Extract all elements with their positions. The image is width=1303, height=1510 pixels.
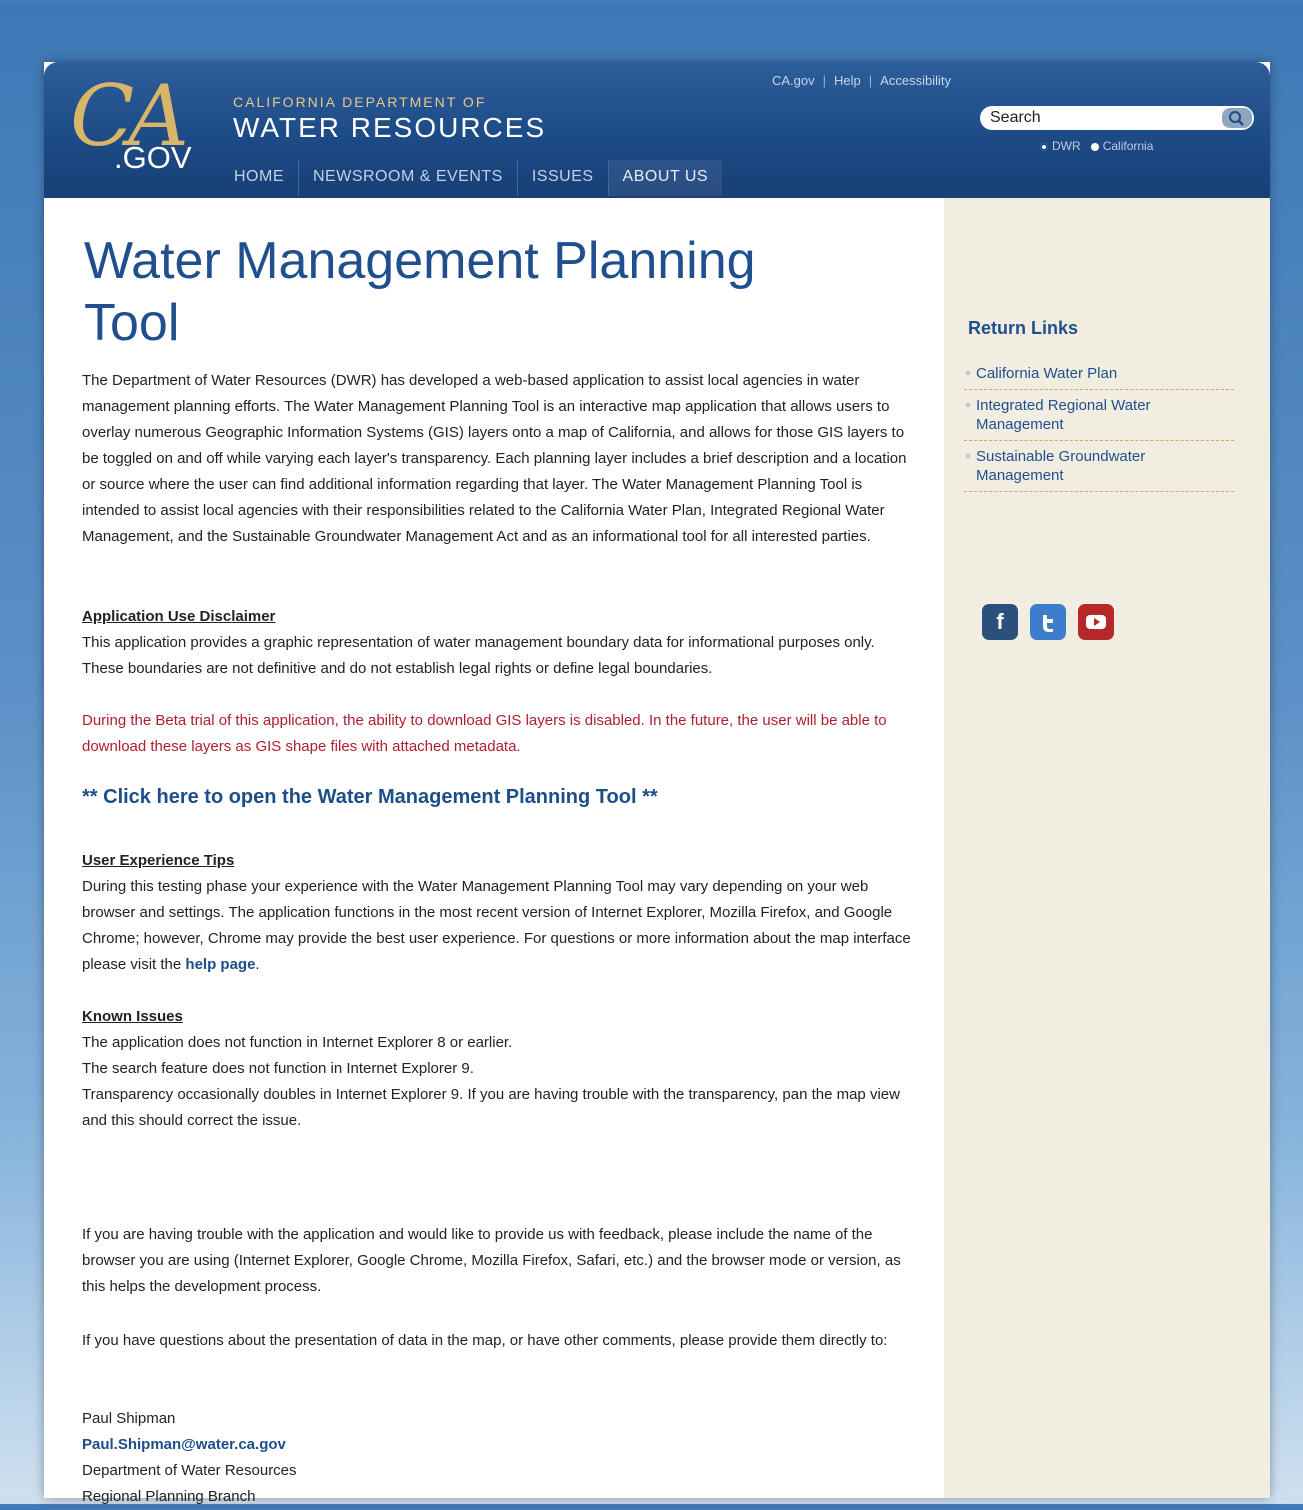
- return-links-title: Return Links: [968, 318, 1079, 338]
- open-tool-link[interactable]: ** Click here to open the Water Manageme…: [82, 786, 658, 809]
- tips-section: User Experience Tips During this testing…: [82, 848, 914, 978]
- search-input[interactable]: [990, 106, 1210, 130]
- return-link-label: Sustainable Groundwater Management: [976, 448, 1146, 484]
- social-links: f: [982, 604, 1114, 640]
- disclaimer-text: This application provides a graphic repr…: [82, 634, 875, 677]
- facebook-icon[interactable]: f: [982, 604, 1018, 640]
- known-issue-1: The application does not function in Int…: [82, 1034, 513, 1051]
- twitter-icon[interactable]: [1030, 604, 1066, 640]
- logo-gov-text: .GOV: [114, 140, 192, 175]
- separator: |: [822, 73, 827, 88]
- dept-name-small: CALIFORNIA DEPARTMENT OF: [233, 94, 487, 110]
- utility-link-help[interactable]: Help: [834, 73, 861, 88]
- contact-name: Paul Shipman: [82, 1410, 176, 1427]
- radio-selected-icon: [1040, 142, 1048, 151]
- site-header: CA .GOV CALIFORNIA DEPARTMENT OF WATER R…: [44, 62, 1270, 198]
- utility-links: CA.gov | Help | Accessibility: [772, 73, 951, 88]
- nav-about-us[interactable]: ABOUT US: [608, 160, 723, 196]
- bullet-icon: [966, 371, 970, 375]
- scope-option-dwr[interactable]: DWR: [1040, 139, 1081, 153]
- scope-option-california[interactable]: California: [1090, 139, 1154, 153]
- contact-branch: Regional Planning Branch: [82, 1488, 256, 1505]
- youtube-play-shape: [1086, 615, 1106, 629]
- nav-home[interactable]: HOME: [220, 160, 299, 196]
- help-page-link[interactable]: help page: [185, 956, 255, 973]
- intro-paragraph: The Department of Water Resources (DWR) …: [82, 372, 907, 545]
- questions-paragraph: If you have questions about the presenta…: [82, 1332, 888, 1349]
- search-icon: [1229, 111, 1244, 126]
- youtube-icon[interactable]: [1078, 604, 1114, 640]
- known-issues-heading: Known Issues: [82, 1008, 183, 1025]
- tips-heading: User Experience Tips: [82, 852, 235, 869]
- contact-email-link[interactable]: Paul.Shipman@water.ca.gov: [82, 1436, 286, 1453]
- return-links-list: California Water Plan Integrated Regiona…: [964, 358, 1234, 492]
- main-nav: HOME NEWSROOM & EVENTS ISSUES ABOUT US: [220, 160, 723, 196]
- disclaimer-section: Application Use Disclaimer This applicat…: [82, 604, 914, 682]
- utility-link-cagov[interactable]: CA.gov: [772, 73, 815, 88]
- page-container: CA .GOV CALIFORNIA DEPARTMENT OF WATER R…: [44, 62, 1270, 1505]
- ca-gov-logo[interactable]: CA .GOV: [70, 74, 210, 184]
- bullet-icon: [966, 403, 970, 407]
- nav-newsroom-events[interactable]: NEWSROOM & EVENTS: [299, 160, 518, 196]
- disclaimer-heading: Application Use Disclaimer: [82, 608, 276, 625]
- search-button[interactable]: [1222, 108, 1252, 128]
- nav-issues[interactable]: ISSUES: [518, 160, 609, 196]
- separator: |: [868, 73, 873, 88]
- sidebar: Return Links California Water Plan Integ…: [944, 198, 1270, 1498]
- radio-icon: [1090, 142, 1099, 151]
- scope-label-california: California: [1102, 139, 1154, 153]
- return-link-irwm[interactable]: Integrated Regional Water Management: [964, 390, 1234, 441]
- twitter-bird-shape: [1043, 615, 1053, 632]
- known-issues-section: Known Issues The application does not fu…: [82, 1004, 914, 1134]
- dept-name-big: WATER RESOURCES: [233, 112, 547, 143]
- return-link-sgm[interactable]: Sustainable Groundwater Management: [964, 441, 1234, 492]
- return-link-label: California Water Plan: [976, 365, 1118, 382]
- beta-notice: During the Beta trial of this applicatio…: [82, 712, 887, 755]
- known-issue-3: Transparency occasionally doubles in Int…: [82, 1086, 900, 1129]
- bullet-icon: [966, 454, 970, 458]
- search-box: [980, 106, 1254, 130]
- contact-org: Department of Water Resources: [82, 1462, 297, 1479]
- known-issue-2: The search feature does not function in …: [82, 1060, 474, 1077]
- feedback-paragraph: If you are having trouble with the appli…: [82, 1226, 901, 1295]
- utility-link-accessibility[interactable]: Accessibility: [880, 73, 951, 88]
- return-link-california-water-plan[interactable]: California Water Plan: [964, 358, 1234, 390]
- return-link-label: Integrated Regional Water Management: [976, 397, 1151, 433]
- page-title: Water Management Planning Tool: [84, 232, 756, 352]
- scope-label-dwr: DWR: [1052, 139, 1081, 153]
- search-scope: DWR California: [1040, 139, 1153, 153]
- tips-period: .: [255, 956, 260, 973]
- contact-block: Paul Shipman Paul.Shipman@water.ca.gov D…: [82, 1406, 914, 1510]
